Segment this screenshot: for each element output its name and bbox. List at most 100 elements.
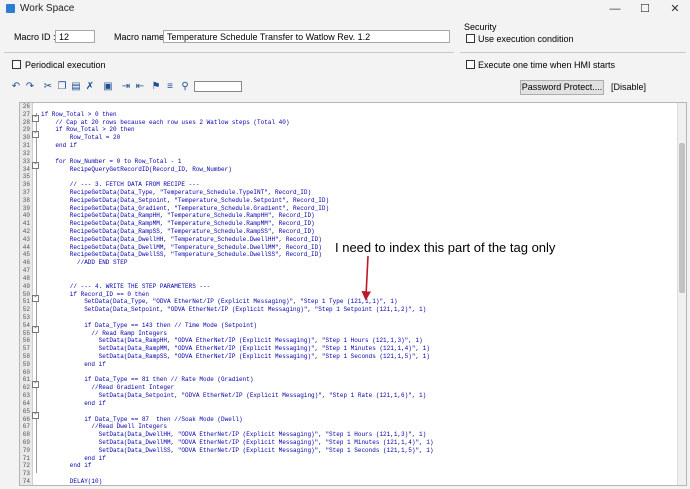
code-line[interactable]: RecipeGetData(Data_Type, "Temperature_Sc… [41,189,676,197]
fold-toggle-icon[interactable]: - [32,162,39,169]
macro-name-field[interactable]: Temperature Schedule Transfer to Watlow … [163,30,450,43]
close-button[interactable]: ✕ [660,0,690,18]
code-line[interactable]: RecipeGetData(Data_RampMM, "Temperature_… [41,220,676,228]
fold-toggle-icon[interactable]: - [32,295,39,302]
code-line[interactable]: SetData(Data_RampHH, "ODVA EtherNet/IP (… [41,337,676,345]
code-line[interactable]: if Data_Type == 81 then // Rate Mode (Gr… [41,376,676,384]
code-line[interactable]: RecipeGetData(Data_RampSS, "Temperature_… [41,228,676,236]
code-line[interactable]: DELAY(10) [41,478,676,485]
minimize-button[interactable]: — [600,0,630,18]
code-line[interactable] [41,103,676,111]
annotation-text: I need to index this part of the tag onl… [335,240,556,255]
use-execution-condition-checkbox[interactable] [466,34,475,43]
code-line[interactable]: // --- 3. FETCH DATA FROM RECIPE --- [41,181,676,189]
password-protect-button[interactable]: Password Protect.... [520,80,604,95]
code-line[interactable] [41,267,676,275]
line-number: 52 [22,306,30,314]
paste-icon[interactable]: ▤ [70,81,82,93]
line-number: 54 [22,321,30,329]
outdent-icon[interactable]: ⇤ [134,81,146,93]
code-line[interactable]: if Record_ID == 0 then [41,291,676,299]
code-line[interactable]: SetData(Data_DwellMM, "ODVA EtherNet/IP … [41,439,676,447]
line-number: 74 [22,478,30,485]
maximize-button[interactable]: ☐ [630,0,660,18]
comment-icon[interactable]: ≡ [164,81,176,93]
cut-icon[interactable]: ✂ [42,81,54,93]
find-icon[interactable]: ⚲ [179,81,191,93]
delete-icon[interactable]: ✗ [84,81,96,93]
code-line[interactable]: end if [41,455,676,463]
bookmark-icon[interactable]: ⚑ [150,81,162,93]
code-line[interactable]: SetData(Data_RampSS, "ODVA EtherNet/IP (… [41,353,676,361]
line-numbers: 26 27 28 29 30 31 32 33 34 35 36 37 38 39 40 41 42 43 44 45… [20,103,30,485]
line-number: 41 [22,220,30,228]
line-number: 32 [22,149,30,157]
line-number: 60 [22,368,30,376]
code-line[interactable]: if Row_Total > 0 then [41,111,676,119]
code-line[interactable]: //Read Gradient Integer [41,384,676,392]
code-line[interactable]: RecipeGetData(Data_Gradient, "Temperatur… [41,205,676,213]
code-editor[interactable]: 26 27 28 29 30 31 32 33 34 35 36 37 38 39 40 41 42 43 44 45… [19,102,687,486]
code-line[interactable]: SetData(Data_DwellHH, "ODVA EtherNet/IP … [41,431,676,439]
fold-toggle-icon[interactable]: - [32,326,39,333]
code-line[interactable]: SetData(Data_DwellSS, "ODVA EtherNet/IP … [41,447,676,455]
panel-divider [4,52,454,53]
code-line[interactable]: RecipeGetData(Data_Setpoint, "Temperatur… [41,197,676,205]
code-line[interactable]: SetData(Data_Setpoint, "ODVA EtherNet/IP… [41,392,676,400]
code-text[interactable]: if Row_Total > 0 then // Cap at 20 rows … [41,103,676,485]
line-number: 45 [22,251,30,259]
undo-icon[interactable]: ↶ [10,81,22,93]
line-number: 68 [22,431,30,439]
code-line[interactable]: if Row_Total > 20 then [41,126,676,134]
code-line[interactable]: RecipeQueryGetRecordID(Record_ID, Row_Nu… [41,166,676,174]
line-number: 35 [22,173,30,181]
code-line[interactable] [41,314,676,322]
code-line[interactable]: // --- 4. WRITE THE STEP PARAMETERS --- [41,283,676,291]
code-line[interactable] [41,275,676,283]
code-line[interactable]: end if [41,462,676,470]
periodical-execution-checkbox[interactable] [12,60,21,69]
app-icon [6,4,15,13]
code-line[interactable]: //ADD END STEP [41,259,676,267]
line-number: 56 [22,337,30,345]
code-line[interactable]: end if [41,142,676,150]
line-number: 30 [22,134,30,142]
code-line[interactable]: if Data_Type == 143 then // Time Mode (S… [41,322,676,330]
code-line[interactable]: Row_Total = 20 [41,134,676,142]
indent-icon[interactable]: ⇥ [120,81,132,93]
code-line[interactable] [41,369,676,377]
scrollbar-thumb[interactable] [679,143,685,293]
fold-toggle-icon[interactable]: - [32,412,39,419]
select-all-icon[interactable]: ▣ [102,81,114,93]
redo-icon[interactable]: ↷ [24,81,36,93]
macro-id-field[interactable]: 12 [55,30,95,43]
line-number: 58 [22,353,30,360]
fold-toggle-icon[interactable]: - [32,131,39,138]
code-line[interactable]: //Read Dwell Integers [41,423,676,431]
macro-id-label: Macro ID : [14,32,56,42]
code-line[interactable]: SetData(Data_Setpoint, "ODVA EtherNet/IP… [41,306,676,314]
code-line[interactable] [41,150,676,158]
find-input[interactable] [194,81,242,92]
code-line[interactable] [41,408,676,416]
code-line[interactable]: RecipeGetData(Data_RampHH, "Temperature_… [41,212,676,220]
security-title: Security [464,22,497,32]
fold-toggle-icon[interactable]: - [32,381,39,388]
code-line[interactable]: if Data_Type == 87 then //Soak Mode (Dwe… [41,416,676,424]
line-number: 29 [22,126,30,134]
code-line[interactable]: SetData(Data_RampMM, "ODVA EtherNet/IP (… [41,345,676,353]
code-line[interactable]: SetData(Data_Type, "ODVA EtherNet/IP (Ex… [41,298,676,306]
vertical-scrollbar[interactable] [677,103,686,485]
code-line[interactable]: // Cap at 20 rows because each row uses … [41,119,676,127]
code-line[interactable]: // Read Ramp Integers [41,330,676,338]
code-line[interactable]: for Row_Number = 0 to Row_Total - 1 [41,158,676,166]
execute-once-checkbox[interactable] [466,60,475,69]
fold-toggle-icon[interactable]: - [32,115,39,122]
code-line[interactable]: end if [41,400,676,408]
copy-icon[interactable]: ❐ [56,81,68,93]
code-line[interactable]: end if [41,361,676,369]
code-line[interactable] [41,470,676,478]
code-line[interactable] [41,173,676,181]
line-number: 33 [22,157,30,165]
line-number: 62 [22,384,30,392]
